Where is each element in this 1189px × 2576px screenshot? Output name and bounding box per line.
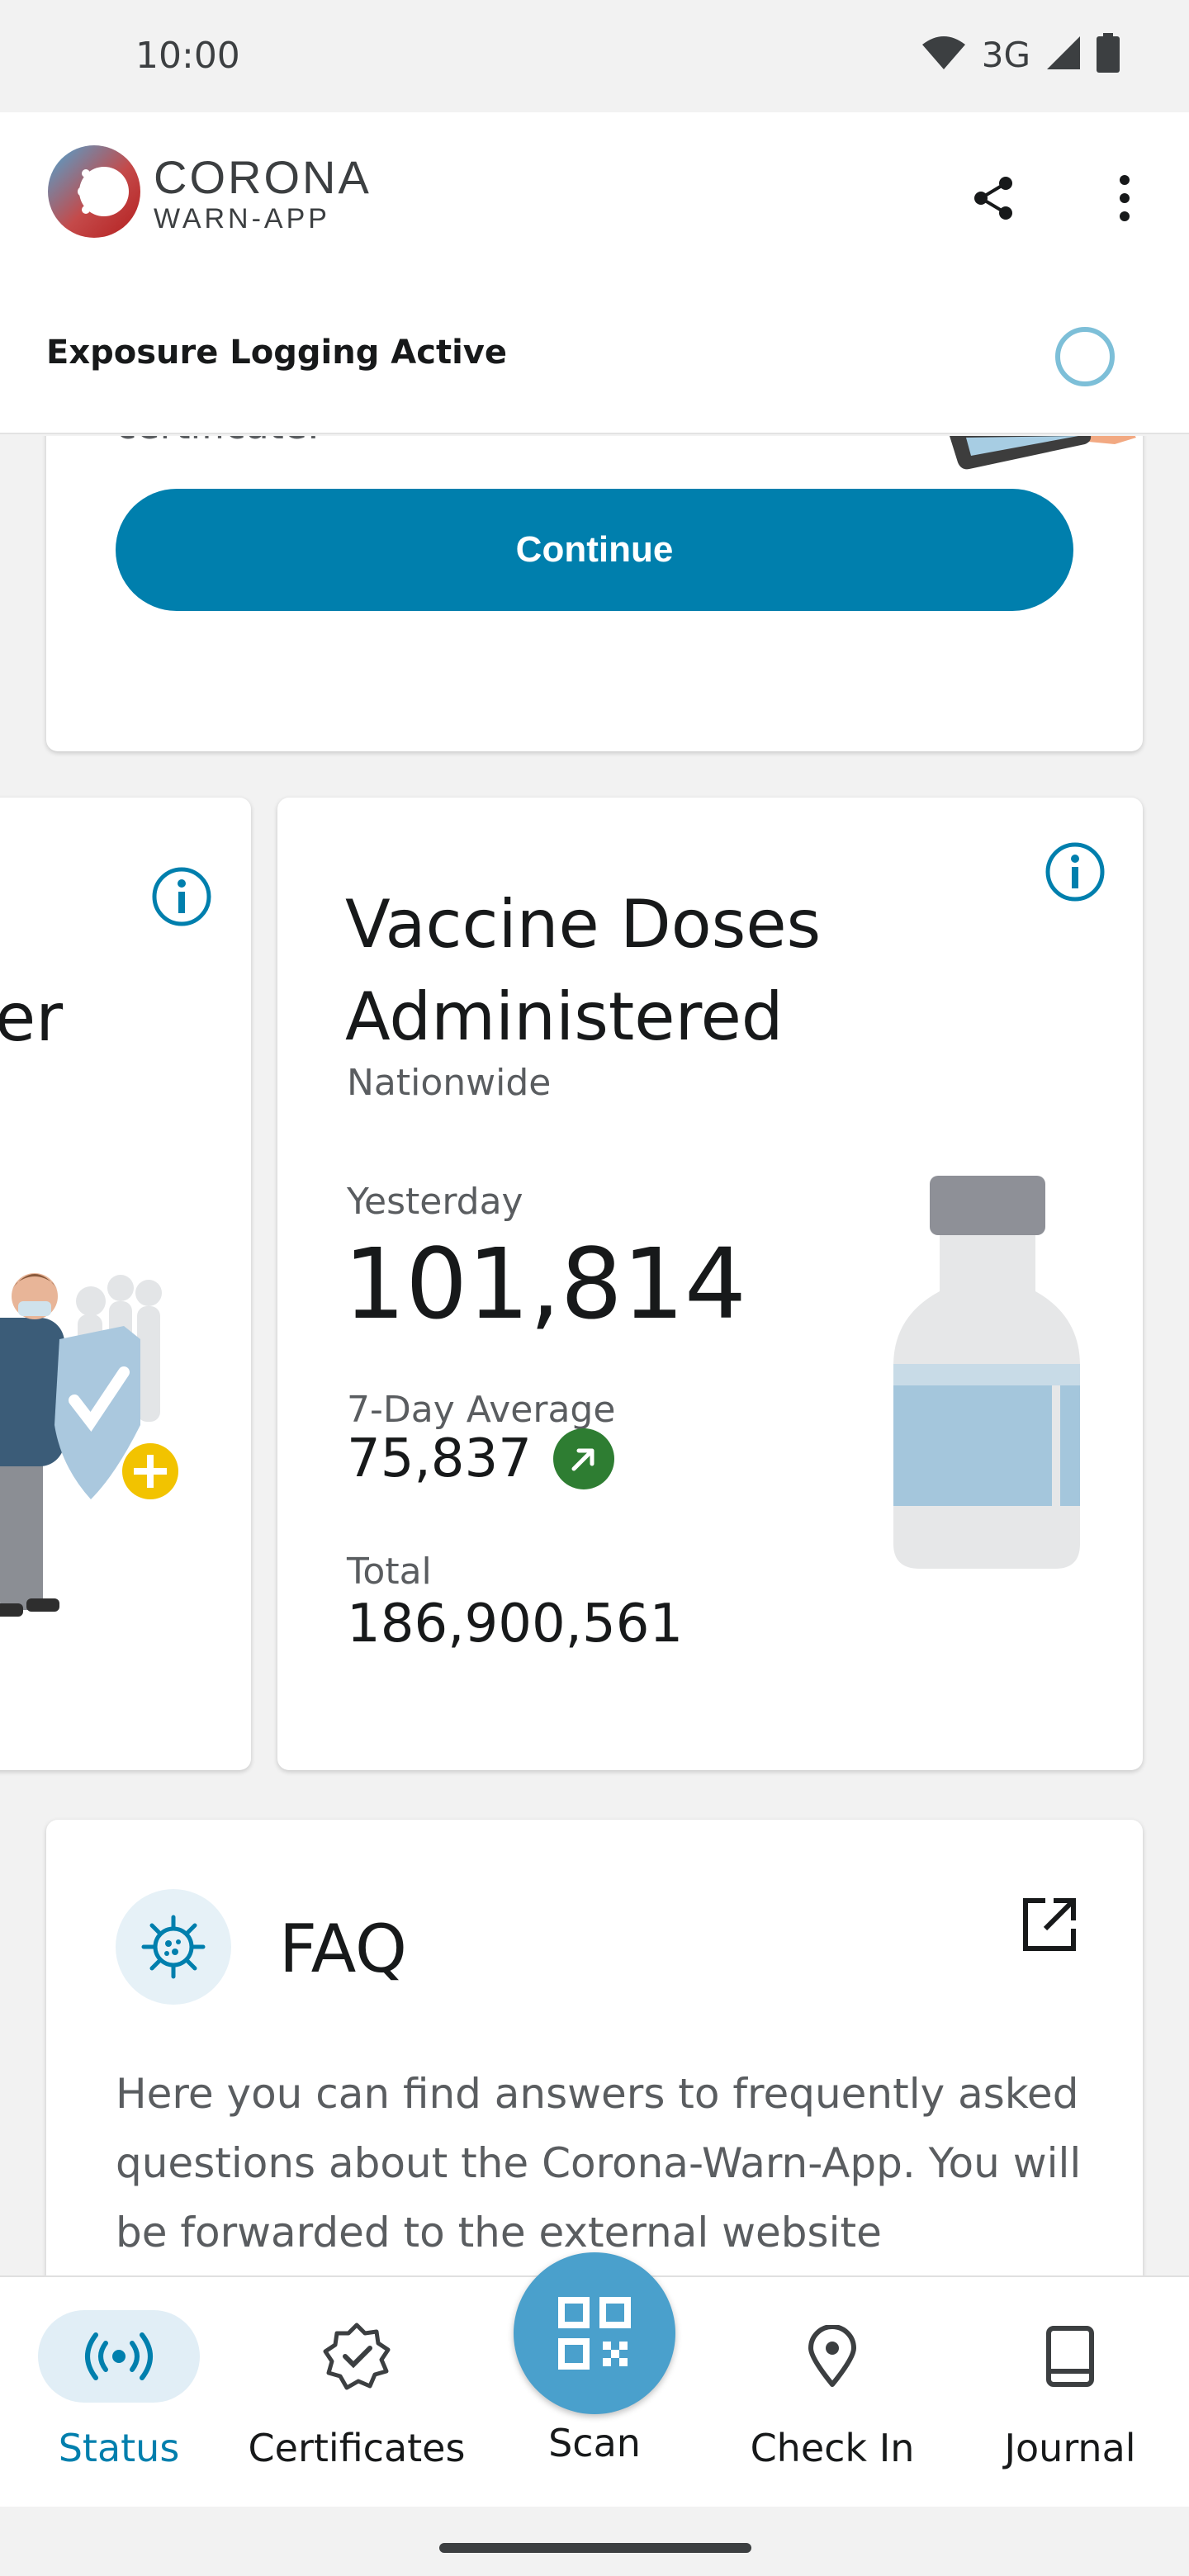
exposure-logging-title[interactable]: Exposure Logging Active bbox=[46, 334, 507, 372]
more-vert-icon[interactable] bbox=[1092, 165, 1158, 231]
app-logo: CORONA WARN-APP bbox=[45, 139, 372, 248]
qr-code-icon[interactable] bbox=[514, 2252, 675, 2414]
nav-label-certificates: Certificates bbox=[248, 2426, 466, 2470]
vaccine-doses-card[interactable]: Vaccine Doses Administered Nationwide Ye… bbox=[277, 798, 1143, 1770]
battery-icon bbox=[1097, 33, 1120, 76]
yesterday-label: Yesterday bbox=[347, 1181, 523, 1223]
seven-day-average-value: 75,837 bbox=[347, 1428, 532, 1489]
logo-title: CORONA bbox=[154, 151, 372, 203]
certificate-card-text: certificate. bbox=[116, 436, 320, 447]
status-icons: 3G bbox=[921, 33, 1120, 76]
vaccination-card-title-partial: er bbox=[0, 979, 64, 1056]
virus-icon bbox=[116, 1889, 231, 2005]
nav-label-scan: Scan bbox=[548, 2421, 641, 2465]
nav-item-check-in[interactable]: Check In bbox=[725, 2310, 940, 2492]
nav-label-check-in: Check In bbox=[750, 2426, 915, 2470]
journal-book-icon bbox=[989, 2310, 1151, 2403]
logo-subtitle: WARN-APP bbox=[154, 203, 330, 234]
trend-up-icon bbox=[552, 1428, 614, 1489]
corona-logo-icon bbox=[45, 139, 144, 248]
certificate-card: certificate. Continue bbox=[46, 436, 1143, 751]
yesterday-value: 101,814 bbox=[343, 1227, 746, 1341]
vaccine-bottle-illustration-icon bbox=[888, 1176, 1087, 1592]
faq-card[interactable]: FAQ Here you can find answers to frequen… bbox=[46, 1820, 1143, 2275]
info-icon[interactable] bbox=[150, 865, 213, 931]
location-pin-icon bbox=[751, 2310, 913, 2403]
signal-icon bbox=[1045, 35, 1082, 74]
nav-item-certificates[interactable]: Certificates bbox=[248, 2310, 466, 2492]
bottom-navigation: Status Certificates Scan Check In Journa… bbox=[0, 2252, 1189, 2508]
external-link-icon[interactable] bbox=[1021, 1896, 1078, 1957]
vaccinated-person-illustration-icon bbox=[0, 1260, 182, 1660]
broadcast-icon bbox=[38, 2310, 200, 2403]
nav-item-status[interactable]: Status bbox=[12, 2310, 226, 2492]
nav-item-journal[interactable]: Journal bbox=[963, 2310, 1177, 2492]
seven-day-average-label: 7-Day Average bbox=[347, 1389, 616, 1431]
faq-title: FAQ bbox=[279, 1911, 407, 1987]
info-icon[interactable] bbox=[1044, 841, 1106, 907]
system-navigation-bar bbox=[0, 2507, 1189, 2576]
vaccine-card-subtitle: Nationwide bbox=[347, 1062, 552, 1104]
vaccine-card-title: Vaccine Doses Administered bbox=[345, 886, 822, 1055]
nav-label-status: Status bbox=[58, 2426, 180, 2470]
exposure-status-ring-icon bbox=[1054, 325, 1116, 391]
wifi-icon bbox=[921, 35, 967, 74]
nav-label-journal: Journal bbox=[1004, 2426, 1136, 2470]
share-icon[interactable] bbox=[961, 165, 1027, 231]
app-header: CORONA WARN-APP Exposure Logging Active bbox=[0, 112, 1189, 434]
total-value: 186,900,561 bbox=[347, 1593, 684, 1655]
nav-item-scan[interactable]: Scan bbox=[487, 2252, 702, 2508]
faq-description: Here you can find answers to frequently … bbox=[116, 2070, 1082, 2256]
status-bar: 10:00 3G bbox=[0, 0, 1189, 112]
continue-button[interactable]: Continue bbox=[116, 489, 1073, 611]
status-time: 10:00 bbox=[135, 35, 240, 77]
vaccination-status-card[interactable]: er bbox=[0, 798, 251, 1770]
home-gesture-handle[interactable] bbox=[439, 2543, 751, 2553]
home-scroll-content: certificate. Continue er bbox=[0, 436, 1189, 2275]
certificate-badge-icon bbox=[276, 2310, 438, 2403]
total-label: Total bbox=[347, 1551, 432, 1593]
network-type: 3G bbox=[981, 34, 1030, 75]
